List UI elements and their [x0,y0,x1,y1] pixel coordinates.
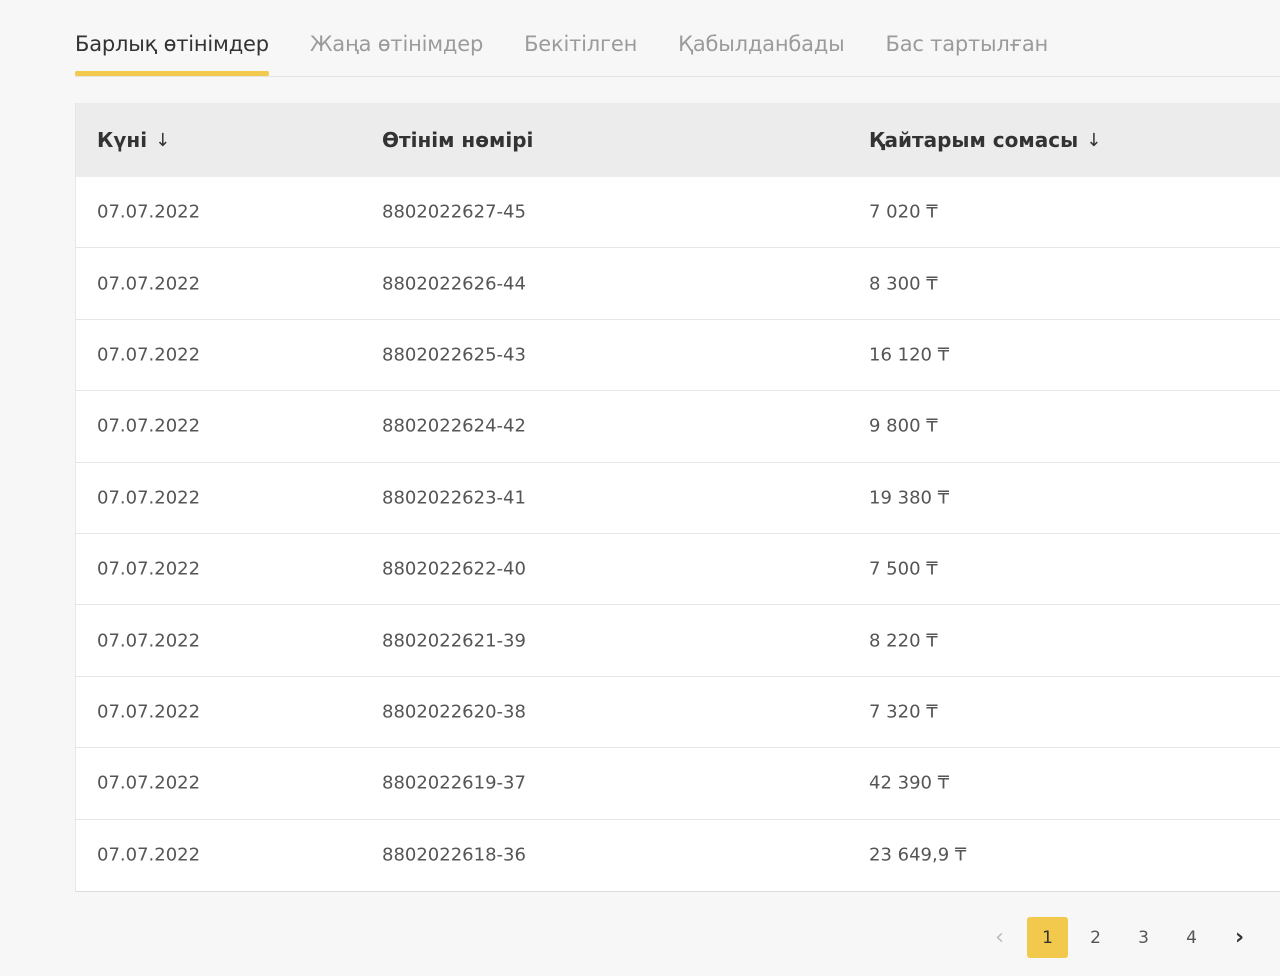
cell-date: 07.07.2022 [97,844,201,866]
table-row[interactable]: 07.07.2022 8802022622-40 7 500 ₸ [76,534,1280,606]
cell-request-number: 8802022622-40 [382,558,526,580]
table-body: 07.07.2022 8802022627-45 7 020 ₸ 07.07.2… [76,177,1280,891]
sort-down-icon[interactable]: ↓ [155,130,170,151]
tab-declined[interactable]: Бас тартылған [885,0,1048,76]
sort-down-icon[interactable]: ↓ [1086,130,1101,151]
cell-date: 07.07.2022 [97,487,201,509]
page-button-3[interactable]: 3 [1123,917,1164,958]
column-header-number-label: Өтінім нөмірі [382,128,534,152]
cell-refund-amount: 8 300 ₸ [869,273,938,295]
column-header-number: Өтінім нөмірі [382,128,533,152]
pagination: ‹ 1 2 3 4 › [972,917,1260,958]
table-row[interactable]: 07.07.2022 8802022626-44 8 300 ₸ [76,248,1280,320]
tab-new-requests[interactable]: Жаңа өтінімдер [310,0,483,76]
table-row[interactable]: 07.07.2022 8802022623-41 19 380 ₸ [76,463,1280,534]
column-header-amount-label: Қайтарым сомасы [869,128,1079,152]
cell-date: 07.07.2022 [97,701,201,723]
cell-date: 07.07.2022 [97,273,201,295]
page-button-1[interactable]: 1 [1027,917,1068,958]
cell-request-number: 8802022625-43 [382,344,526,366]
cell-date: 07.07.2022 [97,630,201,652]
cell-date: 07.07.2022 [97,772,201,794]
cell-date: 07.07.2022 [97,415,201,437]
cell-refund-amount: 9 800 ₸ [869,415,938,437]
cell-refund-amount: 8 220 ₸ [869,630,938,652]
cell-request-number: 8802022627-45 [382,201,526,223]
table-row[interactable]: 07.07.2022 8802022619-37 42 390 ₸ [76,748,1280,820]
cell-request-number: 8802022620-38 [382,701,526,723]
cell-date: 07.07.2022 [97,344,201,366]
cell-refund-amount: 7 500 ₸ [869,558,938,580]
column-header-date-label: Күні [97,128,148,152]
tab-bar: Барлық өтінімдер Жаңа өтінімдер Бекітілг… [75,0,1280,77]
table-row[interactable]: 07.07.2022 8802022624-42 9 800 ₸ [76,391,1280,463]
table-row[interactable]: 07.07.2022 8802022621-39 8 220 ₸ [76,605,1280,677]
tab-approved[interactable]: Бекітілген [524,0,637,76]
table-row[interactable]: 07.07.2022 8802022625-43 16 120 ₸ [76,320,1280,392]
chevron-right-icon[interactable]: › [1219,917,1260,958]
page-button-4[interactable]: 4 [1171,917,1212,958]
table-header: Күні ↓ Өтінім нөмірі Қайтарым сомасы ↓ [76,103,1280,177]
cell-refund-amount: 19 380 ₸ [869,487,950,509]
table-row[interactable]: 07.07.2022 8802022620-38 7 320 ₸ [76,677,1280,749]
cell-refund-amount: 16 120 ₸ [869,344,950,366]
cell-request-number: 8802022626-44 [382,273,526,295]
cell-refund-amount: 42 390 ₸ [869,772,950,794]
column-header-date[interactable]: Күні ↓ [97,128,170,152]
table-row[interactable]: 07.07.2022 8802022618-36 23 649,9 ₸ [76,820,1280,891]
cell-refund-amount: 7 320 ₸ [869,701,938,723]
cell-request-number: 8802022619-37 [382,772,526,794]
cell-request-number: 8802022623-41 [382,487,526,509]
tab-rejected[interactable]: Қабылданбады [678,0,845,76]
cell-request-number: 8802022624-42 [382,415,526,437]
chevron-left-icon[interactable]: ‹ [979,917,1020,958]
cell-date: 07.07.2022 [97,201,201,223]
page-button-2[interactable]: 2 [1075,917,1116,958]
cell-refund-amount: 23 649,9 ₸ [869,844,967,866]
cell-date: 07.07.2022 [97,558,201,580]
column-header-amount[interactable]: Қайтарым сомасы ↓ [869,128,1101,152]
cell-request-number: 8802022618-36 [382,844,526,866]
table-row[interactable]: 07.07.2022 8802022627-45 7 020 ₸ [76,177,1280,249]
requests-table: Күні ↓ Өтінім нөмірі Қайтарым сомасы ↓ 0… [75,103,1280,892]
cell-request-number: 8802022621-39 [382,630,526,652]
cell-refund-amount: 7 020 ₸ [869,201,938,223]
tab-all-requests[interactable]: Барлық өтінімдер [75,0,269,76]
